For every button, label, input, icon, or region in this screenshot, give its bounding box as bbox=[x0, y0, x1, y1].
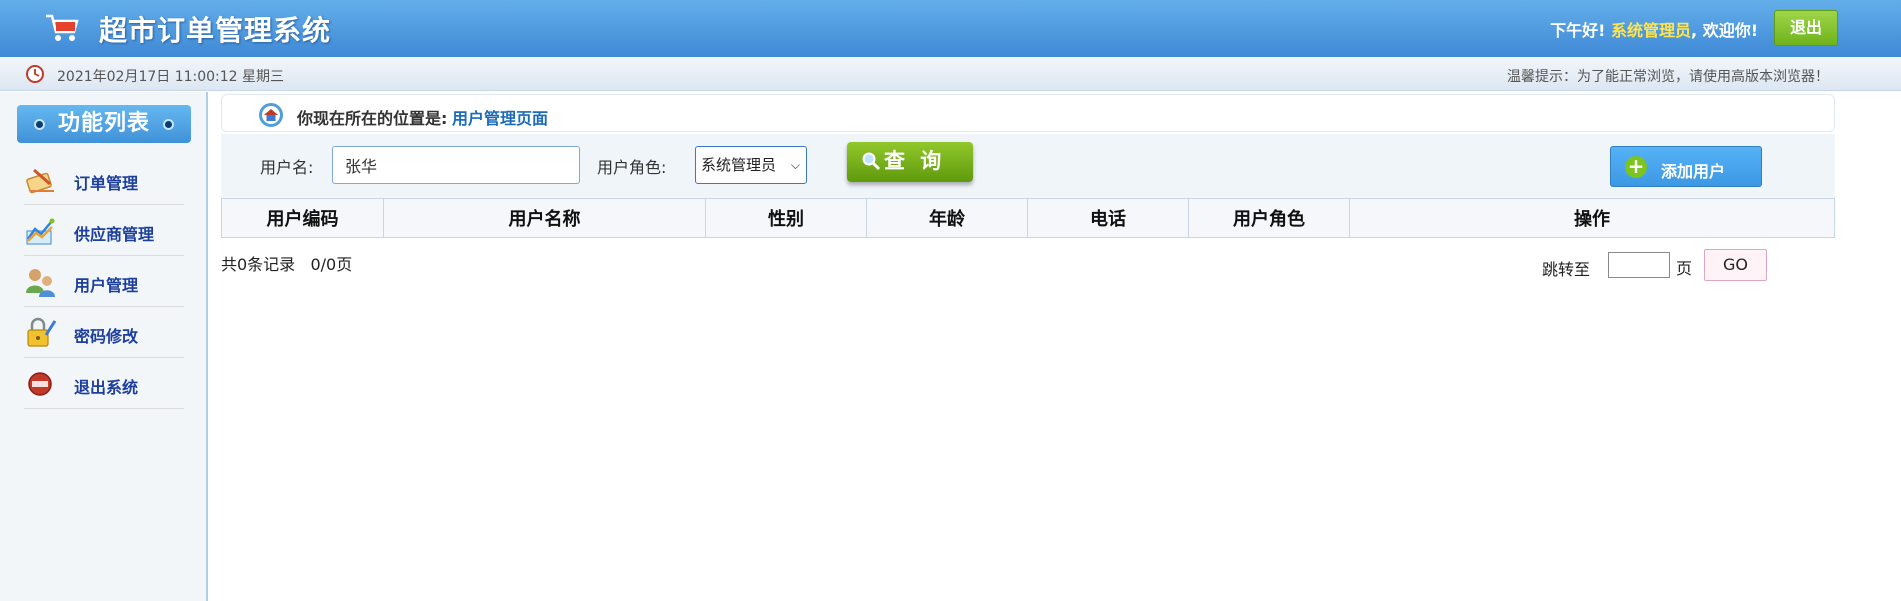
greeting-prefix: 下午好! bbox=[1550, 21, 1606, 40]
logout-button[interactable]: 退出 bbox=[1774, 10, 1838, 46]
column-header-phone: 电话 bbox=[1027, 198, 1189, 238]
sidebar-item-orders[interactable]: 订单管理 bbox=[24, 154, 184, 205]
page-info: 0/0页 bbox=[310, 255, 353, 274]
role-select[interactable]: 系统管理员 ⌵ bbox=[695, 146, 807, 184]
role-label: 用户角色: bbox=[597, 158, 667, 177]
current-datetime: 2021年02月17日 11:00:12 星期三 bbox=[57, 69, 285, 85]
clock-icon bbox=[26, 65, 44, 83]
record-count: 共0条记录 bbox=[221, 255, 296, 274]
column-header-gender: 性别 bbox=[705, 198, 867, 238]
app-header: 超市订单管理系统 下午好! 系统管理员, 欢迎你! 退出 bbox=[0, 0, 1901, 57]
sidebar-title-text: 功能列表 bbox=[57, 111, 150, 136]
info-bar: 2021年02月17日 11:00:12 星期三 温馨提示：为了能正常浏览，请使… bbox=[0, 57, 1901, 91]
sidebar-item-label: 密码修改 bbox=[74, 327, 139, 346]
user-table: 用户编码 用户名称 性别 年龄 电话 用户角色 操作 bbox=[221, 198, 1835, 238]
home-icon bbox=[259, 103, 283, 127]
page-unit-label: 页 bbox=[1676, 259, 1693, 278]
bullet-icon bbox=[34, 119, 45, 130]
table-header-row: 用户编码 用户名称 性别 年龄 电话 用户角色 操作 bbox=[221, 198, 1835, 238]
username-input[interactable] bbox=[332, 146, 580, 184]
browser-tip: 温馨提示：为了能正常浏览，请使用高版本浏览器！ bbox=[1507, 69, 1829, 85]
app-title: 超市订单管理系统 bbox=[99, 14, 332, 47]
exit-icon bbox=[28, 372, 52, 396]
sidebar-item-label: 退出系统 bbox=[74, 378, 139, 397]
greeting: 下午好! 系统管理员, 欢迎你! bbox=[1550, 17, 1758, 41]
sidebar-title: 功能列表 bbox=[17, 105, 191, 143]
lock-icon bbox=[27, 317, 57, 347]
order-icon bbox=[26, 168, 54, 194]
page-number-input[interactable] bbox=[1608, 252, 1670, 278]
sidebar-menu: 订单管理 供应商管理 用户管理 密码修改 退出系统 bbox=[24, 154, 184, 409]
jump-label: 跳转至 bbox=[1542, 260, 1591, 279]
sidebar-item-label: 供应商管理 bbox=[74, 225, 155, 244]
add-user-button[interactable]: + 添加用户 bbox=[1610, 146, 1762, 187]
location-value: 用户管理页面 bbox=[452, 109, 549, 128]
column-header-user-name: 用户名称 bbox=[383, 198, 706, 238]
role-select-value: 系统管理员 bbox=[701, 156, 777, 174]
column-header-age: 年龄 bbox=[866, 198, 1028, 238]
supplier-icon bbox=[26, 218, 55, 245]
chevron-down-icon: ⌵ bbox=[790, 158, 800, 172]
breadcrumb: 你现在所在的位置是: 用户管理页面 bbox=[221, 94, 1835, 132]
column-header-actions: 操作 bbox=[1349, 198, 1835, 238]
username-label: 用户名: bbox=[260, 158, 314, 177]
shopping-cart-icon bbox=[46, 14, 79, 41]
record-summary: 共0条记录 0/0页 bbox=[221, 251, 352, 275]
sidebar-item-label: 订单管理 bbox=[74, 174, 139, 193]
plus-icon: + bbox=[1625, 156, 1647, 178]
search-bar: 用户名: 用户角色: 系统管理员 ⌵ 查 询 + 添加用户 bbox=[221, 134, 1835, 198]
column-header-user-role: 用户角色 bbox=[1188, 198, 1350, 238]
location-label: 你现在所在的位置是: bbox=[297, 109, 448, 128]
bullet-icon bbox=[163, 119, 174, 130]
add-user-label: 添加用户 bbox=[1661, 162, 1726, 181]
sidebar-item-users[interactable]: 用户管理 bbox=[24, 256, 184, 307]
sidebar-item-password[interactable]: 密码修改 bbox=[24, 307, 184, 358]
magnifier-icon bbox=[862, 152, 881, 171]
sidebar-item-label: 用户管理 bbox=[74, 276, 139, 295]
greeting-suffix: , 欢迎你! bbox=[1691, 21, 1758, 40]
sidebar-item-suppliers[interactable]: 供应商管理 bbox=[24, 205, 184, 256]
go-button[interactable]: GO bbox=[1704, 249, 1767, 281]
query-button[interactable]: 查 询 bbox=[847, 142, 973, 182]
users-icon bbox=[26, 269, 55, 297]
sidebar: 功能列表 订单管理 供应商管理 用户管理 密码修改 退出系统 bbox=[0, 92, 208, 601]
query-button-label: 查 询 bbox=[884, 149, 946, 173]
column-header-user-code: 用户编码 bbox=[221, 198, 384, 238]
current-user-role: 系统管理员 bbox=[1611, 21, 1692, 40]
sidebar-item-exit[interactable]: 退出系统 bbox=[24, 358, 184, 409]
